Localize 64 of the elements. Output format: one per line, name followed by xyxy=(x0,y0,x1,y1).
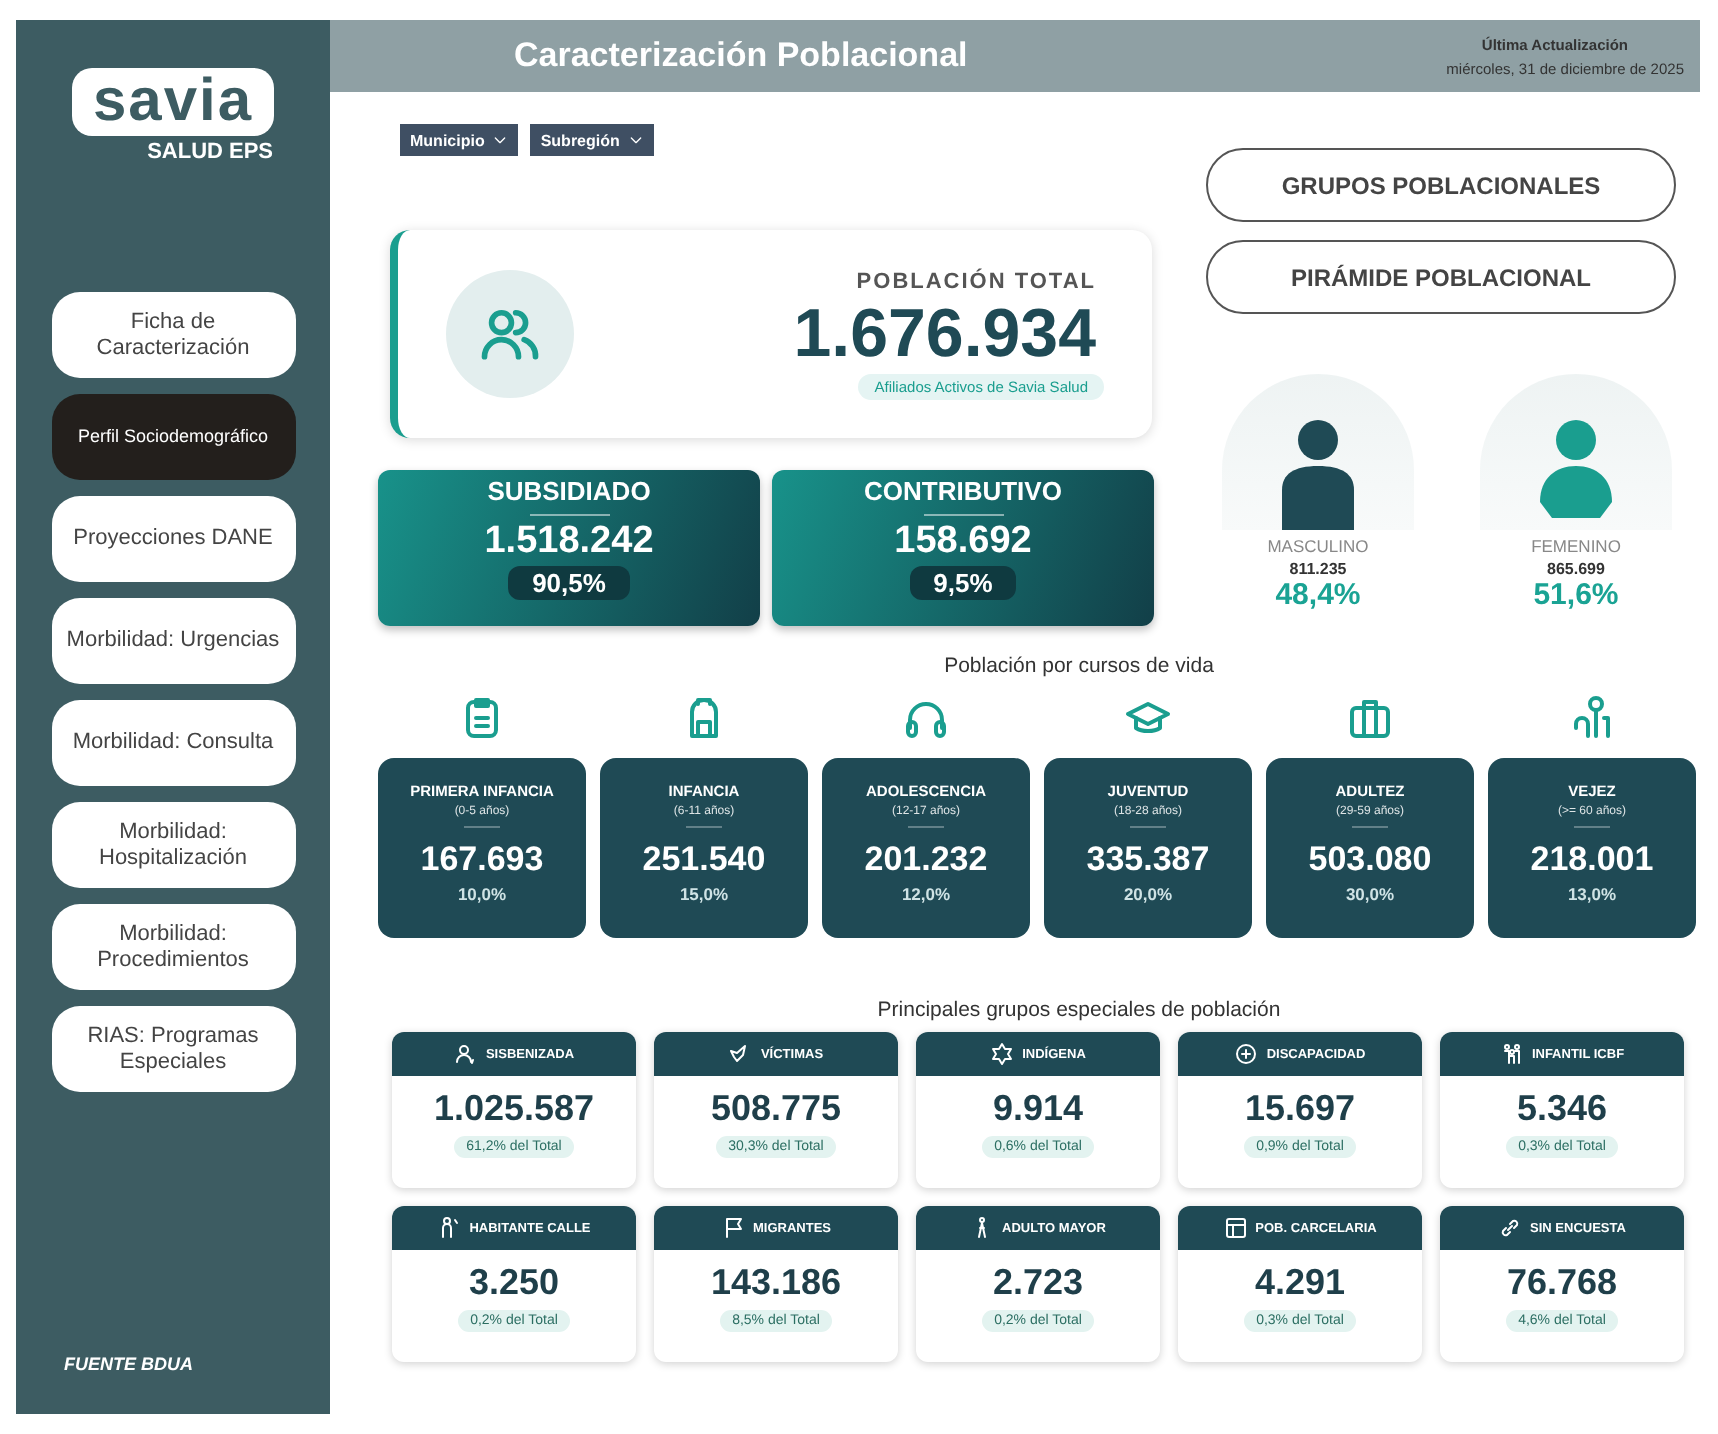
group-value: 2.723 xyxy=(992,1262,1084,1304)
stage-value: 201.232 xyxy=(864,840,988,880)
gender-value: 811.235 xyxy=(1289,560,1347,578)
stage-percent: 30,0% xyxy=(1345,884,1395,904)
regime-label: CONTRIBUTIVO xyxy=(864,476,1062,506)
nav-item[interactable]: Perfil Sociodemográfico xyxy=(51,394,295,480)
gender-value: 865.699 xyxy=(1547,560,1605,578)
group-value: 5.346 xyxy=(1516,1088,1608,1130)
stage-percent: 15,0% xyxy=(679,884,729,904)
group-value: 4.291 xyxy=(1254,1262,1346,1304)
gender-percent: 51,6% xyxy=(1533,578,1619,612)
logo-wordmark: savia xyxy=(72,68,274,136)
gender-label: MASCULINO xyxy=(1267,536,1369,556)
regime-percent: 90,5% xyxy=(508,566,630,600)
plus-circle-icon xyxy=(1234,1042,1259,1066)
total-value: 1.676.934 xyxy=(793,293,1096,373)
briefcase-icon xyxy=(1346,694,1394,742)
chevron-down-icon xyxy=(627,132,644,148)
nav-item[interactable]: Morbilidad: Hospitalización xyxy=(51,802,295,888)
filter-dropdown[interactable]: Subregión xyxy=(530,124,654,156)
stage-percent: 20,0% xyxy=(1123,884,1173,904)
stage-percent: 10,0% xyxy=(457,884,507,904)
family-icon xyxy=(1499,1042,1524,1066)
source-note: FUENTE BDUA xyxy=(64,1354,193,1374)
group-value: 9.914 xyxy=(992,1088,1084,1130)
stage-value: 251.540 xyxy=(642,840,766,880)
group-value: 76.768 xyxy=(1506,1262,1618,1304)
link-icon xyxy=(1498,1216,1523,1240)
stage-value: 218.001 xyxy=(1530,840,1654,880)
regime-value: 1.518.242 xyxy=(484,520,654,564)
filter-dropdown[interactable]: Municipio xyxy=(400,124,519,156)
group-value: 3.250 xyxy=(468,1262,560,1304)
nav-item[interactable]: Morbilidad: Consulta xyxy=(51,700,295,786)
nav-item[interactable]: Morbilidad: Procedimientos xyxy=(51,904,295,990)
stage-value: 503.080 xyxy=(1308,840,1432,880)
group-value: 1.025.587 xyxy=(433,1088,595,1130)
layout-icon xyxy=(1223,1216,1248,1240)
section-title: Principales grupos especiales de población xyxy=(875,998,1283,1022)
stage-value: 335.387 xyxy=(1086,840,1210,880)
stage-value: 167.693 xyxy=(420,840,544,880)
regime-label: SUBSIDIADO xyxy=(487,476,651,506)
logo-subtitle: SALUD EPS xyxy=(147,140,274,164)
nav-button[interactable]: PIRÁMIDE POBLACIONAL xyxy=(1206,240,1676,314)
user-icon xyxy=(453,1042,478,1066)
stage-percent: 12,0% xyxy=(901,884,951,904)
nav-item[interactable]: RIAS: Programas Especiales xyxy=(51,1006,295,1092)
section-title: Población por cursos de vida xyxy=(942,654,1216,678)
regime-value: 158.692 xyxy=(894,520,1032,564)
group-value: 15.697 xyxy=(1244,1088,1356,1130)
nav-item[interactable]: Ficha de Caracterización xyxy=(51,292,295,378)
flag-icon xyxy=(721,1216,745,1240)
page-title: Caracterización Poblacional xyxy=(514,36,968,76)
total-label: POBLACIÓN TOTAL xyxy=(856,269,1096,293)
star-icon xyxy=(990,1042,1015,1066)
nav-item[interactable]: Morbilidad: Urgencias xyxy=(51,598,295,684)
gender-percent: 48,4% xyxy=(1275,578,1361,612)
group-value: 508.775 xyxy=(710,1088,842,1130)
regime-percent: 9,5% xyxy=(909,566,1017,600)
nav-button[interactable]: GRUPOS POBLACIONALES xyxy=(1206,148,1676,222)
gender-label: FEMENINO xyxy=(1531,536,1621,556)
chevron-down-icon xyxy=(492,132,509,148)
nav-item[interactable]: Proyecciones DANE xyxy=(51,496,295,582)
group-value: 143.186 xyxy=(710,1262,842,1304)
stage-percent: 13,0% xyxy=(1567,884,1617,904)
